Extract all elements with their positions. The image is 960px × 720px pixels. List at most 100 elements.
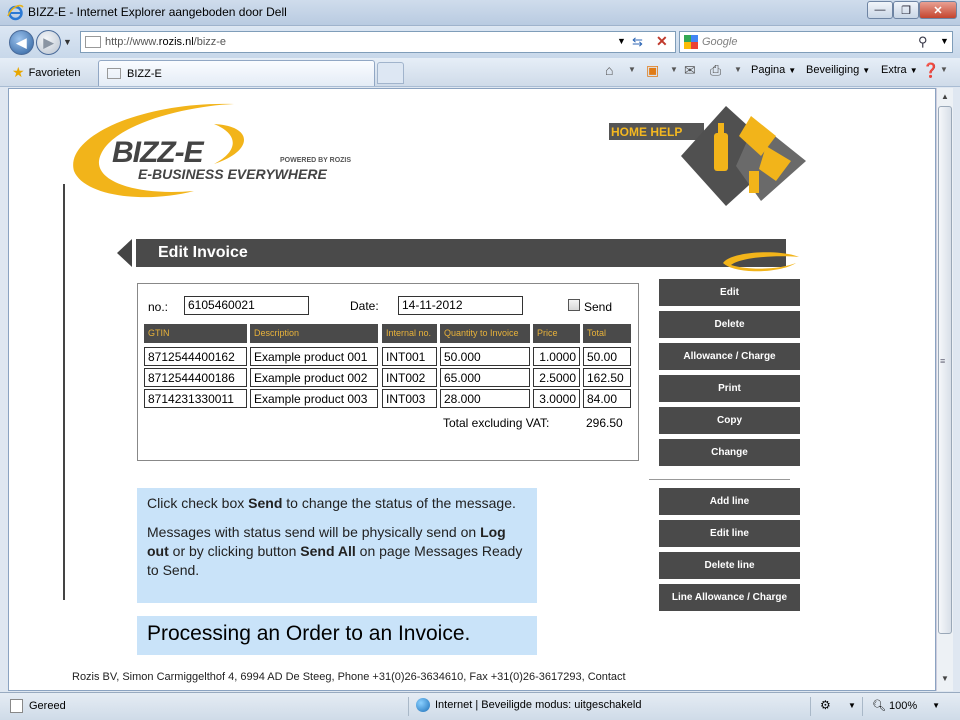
logo-powered-by: POWERED BY ROZIS (280, 157, 352, 164)
zoom-dropdown-icon[interactable]: ▼ (932, 701, 940, 710)
ie-logo-icon (7, 4, 24, 21)
protected-dropdown-icon[interactable]: ▼ (848, 701, 856, 710)
status-ready: Gereed (10, 699, 66, 713)
home-icon[interactable]: ⌂ (605, 62, 613, 78)
invoice-date-label: Date: (350, 299, 379, 313)
print-dropdown-icon[interactable]: ▼ (734, 65, 742, 74)
table-row-price[interactable]: 1.0000 (533, 347, 580, 366)
refresh-icon[interactable]: ⇆ (632, 34, 643, 50)
url-dropdown-icon[interactable]: ▼ (617, 36, 626, 46)
delete-line-button[interactable]: Delete line (659, 552, 800, 579)
scroll-up-icon[interactable]: ▲ (939, 92, 951, 104)
edit-line-button[interactable]: Edit line (659, 520, 800, 547)
status-divider (862, 697, 863, 716)
globe-icon (416, 698, 430, 712)
zone-text: Internet | Beveiligde modus: uitgeschake… (435, 699, 642, 711)
col-description: Description (250, 324, 378, 343)
table-row-quantity[interactable]: 50.000 (440, 347, 530, 366)
feed-dropdown-icon[interactable]: ▼ (670, 65, 678, 74)
table-row-price[interactable]: 3.0000 (533, 389, 580, 408)
stop-icon[interactable]: ✕ (656, 33, 668, 50)
scroll-grip-icon: ≡ (940, 356, 946, 366)
status-divider (408, 697, 409, 716)
edit-button[interactable]: Edit (659, 279, 800, 306)
table-row-gtin[interactable]: 8712544400162 (144, 347, 247, 366)
site-favicon-icon (85, 36, 101, 48)
zoom-control[interactable]: 🔍︎ 100% ▼ (872, 699, 940, 713)
menu-beveiliging[interactable]: Beveiliging ▼ (806, 64, 870, 76)
search-input[interactable]: Google ⚲ ▼ (679, 31, 953, 53)
table-row-description[interactable]: Example product 003 (250, 389, 378, 408)
maximize-button[interactable]: ❐ (893, 1, 919, 19)
search-dropdown-icon[interactable]: ▼ (940, 36, 949, 46)
delete-button[interactable]: Delete (659, 311, 800, 338)
table-row-gtin[interactable]: 8712544400186 (144, 368, 247, 387)
forward-button[interactable]: ▶ (36, 30, 61, 55)
back-arrow-icon[interactable] (117, 239, 132, 267)
status-divider (810, 697, 811, 716)
protected-mode-icon[interactable]: ⚙ (820, 698, 831, 712)
print-button[interactable]: Print (659, 375, 800, 402)
table-row-description[interactable]: Example product 001 (250, 347, 378, 366)
print-icon[interactable]: ⎙ (710, 62, 721, 79)
table-row-total[interactable]: 84.00 (583, 389, 631, 408)
table-row-quantity[interactable]: 65.000 (440, 368, 530, 387)
security-zone[interactable]: Internet | Beveiligde modus: uitgeschake… (416, 698, 641, 712)
address-toolbar: ◀ ▶ ▼ http://www.rozis.nl/bizz-e ▼ ⇆ ✕ G… (0, 27, 960, 58)
mail-icon[interactable]: ✉ (684, 62, 696, 79)
window-title: BIZZ-E - Internet Explorer aangeboden do… (28, 5, 287, 19)
page-icon (10, 699, 23, 713)
home-dropdown-icon[interactable]: ▼ (628, 65, 636, 74)
star-icon: ★ (12, 64, 25, 80)
vertical-scrollbar[interactable]: ▲ ≡ ▼ (936, 88, 953, 691)
search-placeholder: Google (702, 36, 738, 48)
line-allowance-charge-button[interactable]: Line Allowance / Charge (659, 584, 800, 611)
footer-contact: Rozis BV, Simon Carmiggelthof 4, 6994 AD… (72, 671, 626, 683)
close-button[interactable]: ✕ (919, 1, 957, 19)
table-row-gtin[interactable]: 8714231330011 (144, 389, 247, 408)
table-row-price[interactable]: 2.5000 (533, 368, 580, 387)
table-row-total[interactable]: 50.00 (583, 347, 631, 366)
change-button[interactable]: Change (659, 439, 800, 466)
invoice-no-label: no.: (148, 300, 169, 314)
help-dropdown-icon[interactable]: ▼ (940, 65, 948, 74)
invoice-date-field[interactable]: 14-11-2012 (398, 296, 523, 315)
table-row-description[interactable]: Example product 002 (250, 368, 378, 387)
table-row-quantity[interactable]: 28.000 (440, 389, 530, 408)
favorites-button[interactable]: ★ Favorieten (12, 64, 81, 81)
menu-extra[interactable]: Extra ▼ (881, 64, 918, 76)
table-row-total[interactable]: 162.50 (583, 368, 631, 387)
table-row-internal[interactable]: INT002 (382, 368, 437, 387)
tab-bizz-e[interactable]: BIZZ-E (98, 60, 375, 86)
send-checkbox[interactable] (568, 299, 580, 311)
tab-label: BIZZ-E (127, 68, 162, 80)
table-row-internal[interactable]: INT001 (382, 347, 437, 366)
minimize-button[interactable]: — (867, 1, 893, 19)
new-tab-button[interactable] (377, 62, 404, 84)
home-help-link[interactable]: HOME HELP (611, 125, 682, 139)
title-bar: BIZZ-E - Internet Explorer aangeboden do… (0, 0, 960, 26)
help-note-send: Click check box Send to change the statu… (147, 495, 516, 511)
table-row-internal[interactable]: INT003 (382, 389, 437, 408)
help-icon[interactable]: ❓ (922, 62, 939, 79)
scroll-down-icon[interactable]: ▼ (939, 674, 951, 686)
add-line-button[interactable]: Add line (659, 488, 800, 515)
allowance-charge-button[interactable]: Allowance / Charge (659, 343, 800, 370)
menu-pagina[interactable]: Pagina ▼ (751, 64, 796, 76)
rss-feed-icon[interactable]: ▣ (646, 62, 659, 79)
status-text: Gereed (29, 700, 66, 712)
invoice-no-field[interactable]: 6105460021 (184, 296, 309, 315)
help-note: Click check box Send to change the statu… (137, 488, 537, 603)
page-content: BIZZ-E E-BUSINESS EVERYWHERE POWERED BY … (8, 88, 936, 691)
back-button[interactable]: ◀ (9, 30, 34, 55)
col-price: Price (533, 324, 580, 343)
address-input[interactable]: http://www.rozis.nl/bizz-e ▼ ⇆ ✕ (80, 31, 676, 53)
help-note-messages: Messages with status send will be physic… (147, 524, 523, 578)
scroll-thumb[interactable] (938, 106, 952, 634)
arrow-left-icon: ◀ (16, 34, 27, 50)
logo-tagline: E-BUSINESS EVERYWHERE (138, 166, 327, 182)
search-icon[interactable]: ⚲ (918, 34, 928, 50)
total-value: 296.50 (586, 416, 623, 430)
history-dropdown-icon[interactable]: ▼ (63, 37, 72, 47)
copy-button[interactable]: Copy (659, 407, 800, 434)
